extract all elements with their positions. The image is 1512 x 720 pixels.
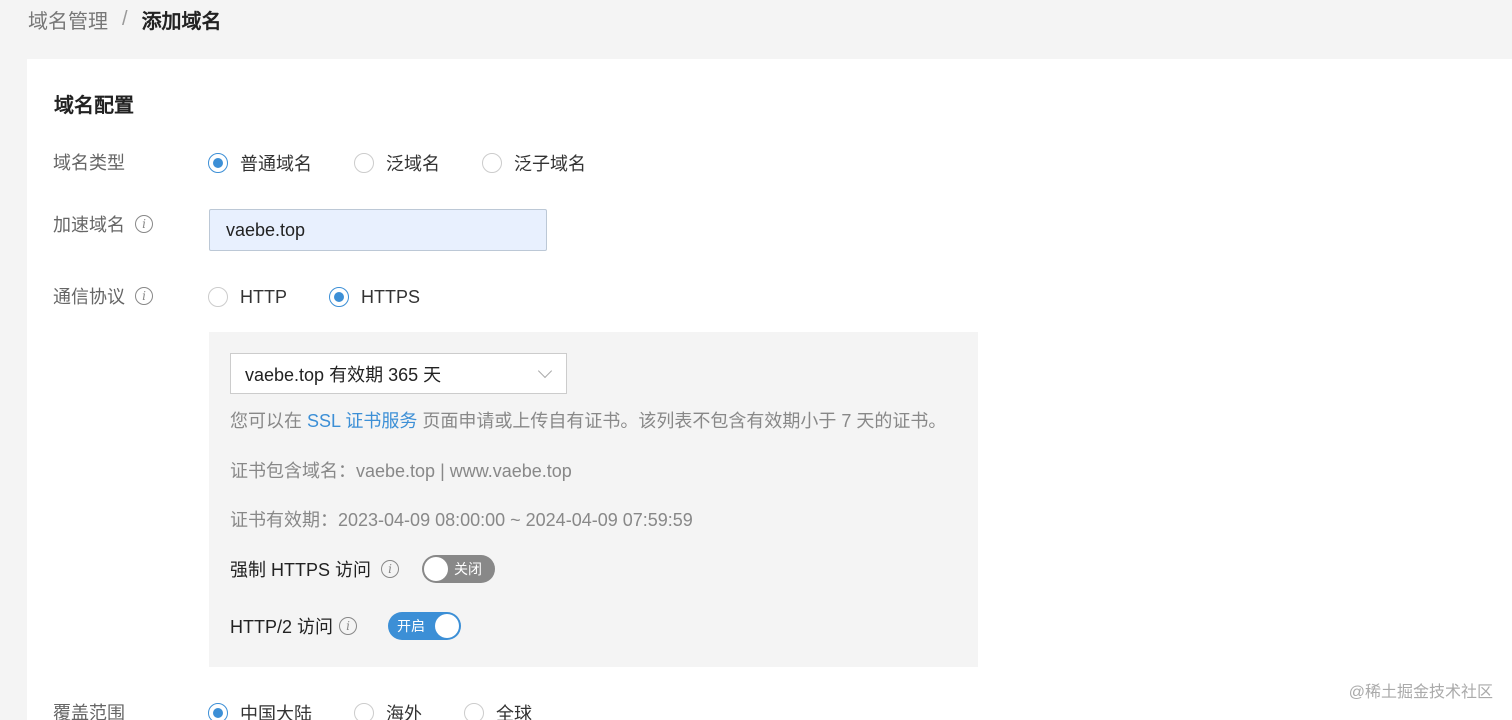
force-https-label: 强制 HTTPS 访问: [230, 560, 372, 580]
radio-mainland-china[interactable]: 中国大陆: [208, 700, 312, 720]
radio-normal-domain[interactable]: 普通域名: [208, 150, 312, 176]
switch-knob: [424, 557, 449, 581]
certificate-select[interactable]: vaebe.top 有效期 365 天: [230, 353, 567, 394]
certificate-select-value: vaebe.top 有效期 365 天: [245, 364, 442, 385]
domain-config-panel: 域名配置 域名类型 普通域名 泛域名 泛子域名 加速域名 i vaebe.top…: [27, 59, 1512, 720]
protocol-label: 通信协议 i: [53, 283, 153, 309]
watermark: @稀土掘金技术社区: [1348, 684, 1493, 701]
force-https-switch[interactable]: 关闭: [422, 555, 496, 583]
radio-label: HTTPS: [361, 286, 421, 307]
domain-type-label: 域名类型: [53, 149, 125, 175]
ssl-service-link[interactable]: SSL 证书服务: [307, 411, 417, 431]
switch-state-text: 关闭: [454, 561, 483, 577]
radio-checked-icon[interactable]: [208, 153, 228, 173]
cert-validity: 证书有效期：2023-04-09 08:00:00 ~ 2024-04-09 0…: [230, 510, 693, 530]
coverage-radio-group: 中国大陆 海外 全球: [208, 700, 574, 720]
radio-checked-icon[interactable]: [208, 703, 228, 720]
domain-type-radio-group: 普通域名 泛域名 泛子域名: [208, 150, 628, 176]
radio-label: HTTP: [240, 286, 287, 307]
http2-switch[interactable]: 开启: [388, 612, 462, 640]
radio-label: 普通域名: [240, 154, 312, 174]
cert-domains: 证书包含域名：vaebe.top | www.vaebe.top: [230, 461, 572, 481]
breadcrumb: 域名管理 / 添加域名: [28, 5, 222, 34]
switch-state-text: 开启: [397, 618, 426, 634]
domain-type-label-text: 域名类型: [53, 153, 125, 173]
radio-unchecked-icon[interactable]: [354, 153, 374, 173]
info-icon[interactable]: i: [135, 215, 153, 233]
breadcrumb-separator: /: [122, 7, 128, 30]
radio-unchecked-icon[interactable]: [482, 153, 502, 173]
ssl-hint-suffix: 页面申请或上传自有证书。该列表不包含有效期小于 7 天的证书。: [422, 411, 947, 431]
radio-unchecked-icon[interactable]: [208, 287, 228, 307]
radio-wildcard-subdomain[interactable]: 泛子域名: [482, 150, 586, 176]
force-https-row: 强制 HTTPS 访问 i 关闭: [230, 554, 496, 584]
ssl-hint-prefix: 您可以在: [230, 411, 302, 431]
info-icon[interactable]: i: [339, 617, 358, 635]
info-icon[interactable]: i: [381, 560, 400, 578]
switch-knob: [435, 614, 460, 638]
radio-checked-icon[interactable]: [329, 287, 349, 307]
protocol-label-text: 通信协议: [53, 287, 125, 307]
breadcrumb-domain-management[interactable]: 域名管理: [28, 5, 108, 34]
coverage-label: 覆盖范围: [53, 699, 125, 720]
http2-label: HTTP/2 访问: [230, 617, 334, 637]
info-icon[interactable]: i: [135, 287, 153, 305]
radio-wildcard-domain[interactable]: 泛域名: [354, 150, 440, 176]
radio-https[interactable]: HTTPS: [329, 287, 420, 308]
radio-label: 全球: [496, 704, 532, 720]
radio-unchecked-icon[interactable]: [464, 703, 484, 720]
radio-overseas[interactable]: 海外: [354, 700, 422, 720]
radio-label: 海外: [386, 704, 422, 720]
radio-label: 泛域名: [386, 154, 440, 174]
radio-unchecked-icon[interactable]: [354, 703, 374, 720]
accelerated-domain-input[interactable]: vaebe.top: [209, 209, 547, 251]
radio-global[interactable]: 全球: [464, 700, 532, 720]
accelerated-domain-label-text: 加速域名: [53, 215, 125, 235]
chevron-down-icon: [537, 363, 553, 379]
accelerated-domain-label: 加速域名 i: [53, 211, 153, 237]
radio-http[interactable]: HTTP: [208, 287, 287, 308]
radio-label: 中国大陆: [240, 704, 312, 720]
https-config-box: vaebe.top 有效期 365 天 您可以在 SSL 证书服务 页面申请或上…: [209, 332, 978, 667]
ssl-hint: 您可以在 SSL 证书服务 页面申请或上传自有证书。该列表不包含有效期小于 7 …: [230, 407, 946, 433]
section-title: 域名配置: [54, 95, 134, 117]
radio-label: 泛子域名: [514, 154, 586, 174]
coverage-label-text: 覆盖范围: [53, 703, 125, 720]
http2-row: HTTP/2 访问 i 开启: [230, 611, 462, 641]
breadcrumb-current: 添加域名: [141, 10, 222, 33]
protocol-radio-group: HTTP HTTPS: [208, 284, 462, 310]
